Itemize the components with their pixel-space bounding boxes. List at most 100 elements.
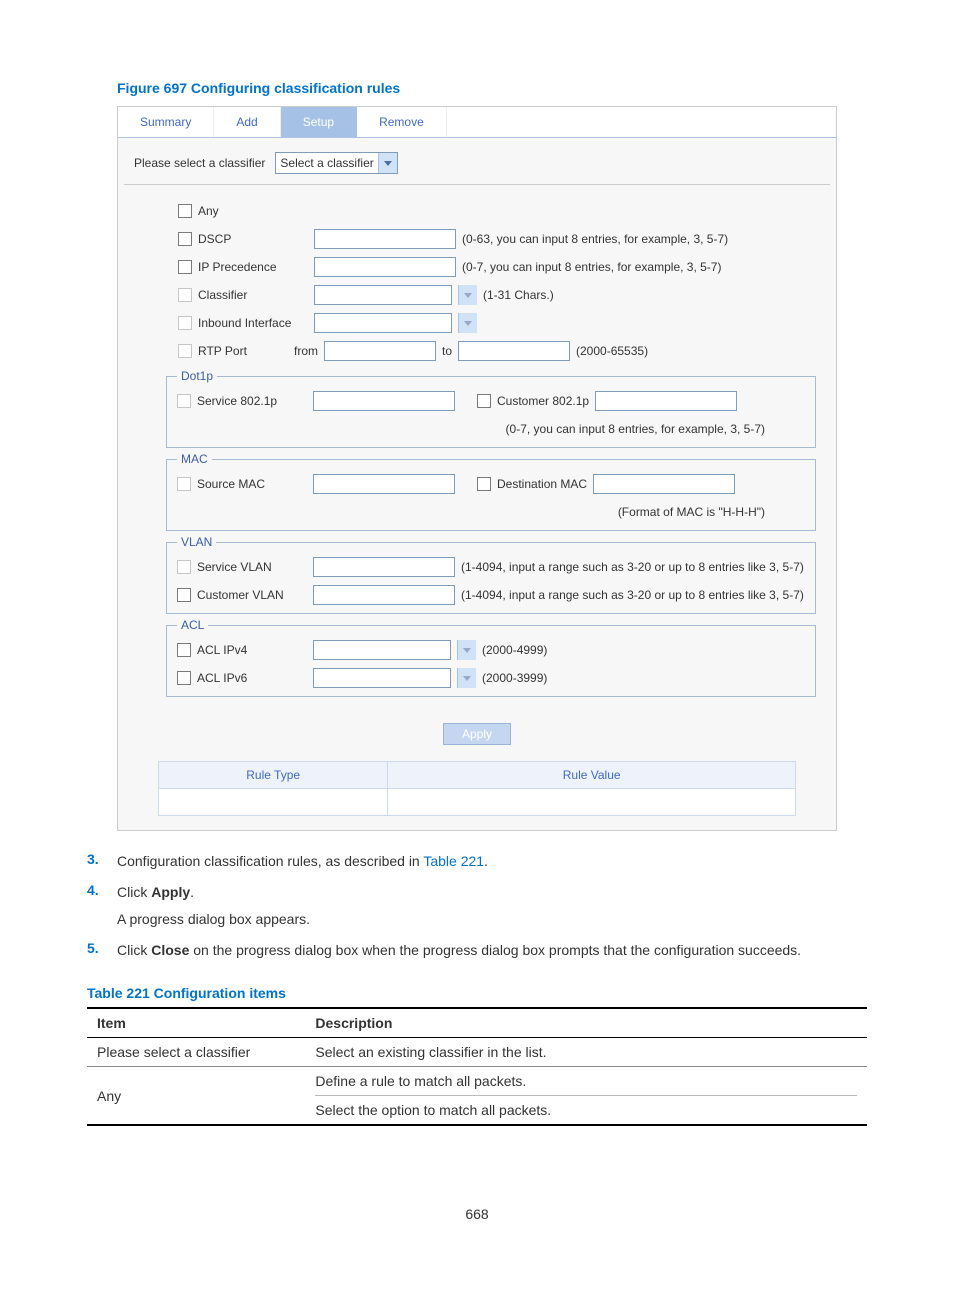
rtp-from-label: from <box>294 344 318 358</box>
rtp-checkbox[interactable] <box>178 344 192 358</box>
step-text: Configuration classification rules, as d… <box>117 853 423 869</box>
chevron-down-icon[interactable] <box>458 285 477 305</box>
dscp-checkbox[interactable] <box>178 232 192 246</box>
aclv4-field[interactable] <box>313 640 451 660</box>
tab-remove[interactable]: Remove <box>357 107 447 137</box>
srcmac-label: Source MAC <box>197 477 307 491</box>
svlan-hint: (1-4094, input a range such as 3-20 or u… <box>461 560 805 574</box>
rtp-to-label: to <box>442 344 452 358</box>
ipprec-checkbox[interactable] <box>178 260 192 274</box>
acl-group: ACL ACL IPv4 (2000-4999) ACL IPv6 <box>166 618 816 697</box>
step-number: 5. <box>87 940 117 961</box>
rules-col-type: Rule Type <box>159 762 388 789</box>
step-text: Click <box>117 884 151 900</box>
ipprec-hint: (0-7, you can input 8 entries, for examp… <box>462 260 721 274</box>
vlan-legend: VLAN <box>177 535 216 549</box>
step-bold: Apply <box>151 884 190 900</box>
step-number: 4. <box>87 882 117 930</box>
config-cell: Select an existing classifier in the lis… <box>305 1038 867 1067</box>
table-221-link[interactable]: Table 221 <box>423 853 484 869</box>
svlan-label: Service VLAN <box>197 560 307 574</box>
config-header-item: Item <box>87 1008 305 1038</box>
chevron-down-icon <box>378 153 397 173</box>
apply-button[interactable]: Apply <box>443 723 511 745</box>
rules-col-value: Rule Value <box>388 762 796 789</box>
dscp-label: DSCP <box>198 232 308 246</box>
classifier-select-value: Select a classifier <box>276 156 377 170</box>
config-cell-line: Select the option to match all packets. <box>315 1102 857 1118</box>
config-header-desc: Description <box>305 1008 867 1038</box>
cvlan-label: Customer VLAN <box>197 588 307 602</box>
dscp-field[interactable] <box>314 229 456 249</box>
config-cell: Define a rule to match all packets. Sele… <box>305 1067 867 1126</box>
dstmac-field[interactable] <box>593 474 735 494</box>
steps-list: 3. Configuration classification rules, a… <box>87 851 867 961</box>
cvlan-checkbox[interactable] <box>177 588 191 602</box>
dscp-hint: (0-63, you can input 8 entries, for exam… <box>462 232 728 246</box>
chevron-down-icon[interactable] <box>457 640 476 660</box>
dstmac-checkbox[interactable] <box>477 477 491 491</box>
step-text: . <box>484 853 488 869</box>
table-title: Table 221 Configuration items <box>87 985 867 1001</box>
service8021p-checkbox[interactable] <box>177 394 191 408</box>
aclv6-hint: (2000-3999) <box>482 671 547 685</box>
rules-table: Rule Type Rule Value <box>158 761 796 816</box>
customer8021p-checkbox[interactable] <box>477 394 491 408</box>
customer8021p-label: Customer 802.1p <box>497 394 589 408</box>
config-cell: Please select a classifier <box>87 1038 305 1067</box>
customer8021p-field[interactable] <box>595 391 737 411</box>
mac-hint: (Format of MAC is "H-H-H") <box>618 505 765 519</box>
step-number: 3. <box>87 851 117 872</box>
service8021p-field[interactable] <box>313 391 455 411</box>
classifier-checkbox[interactable] <box>178 288 192 302</box>
vlan-group: VLAN Service VLAN (1-4094, input a range… <box>166 535 816 614</box>
classifier-label: Classifier <box>198 288 308 302</box>
dot1p-hint: (0-7, you can input 8 entries, for examp… <box>506 422 765 436</box>
cvlan-hint: (1-4094, input a range such as 3-20 or u… <box>461 588 805 602</box>
tab-setup[interactable]: Setup <box>281 107 357 137</box>
step-text: on the progress dialog box when the prog… <box>189 942 801 958</box>
step-subtext: A progress dialog box appears. <box>117 909 867 930</box>
inbound-checkbox[interactable] <box>178 316 192 330</box>
config-panel: Summary Add Setup Remove Please select a… <box>117 106 837 831</box>
rtp-from-field[interactable] <box>324 341 436 361</box>
aclv4-label: ACL IPv4 <box>197 643 307 657</box>
rtp-to-field[interactable] <box>458 341 570 361</box>
svlan-checkbox[interactable] <box>177 560 191 574</box>
aclv4-checkbox[interactable] <box>177 643 191 657</box>
dot1p-group: Dot1p Service 802.1p Customer 802.1p (0-… <box>166 369 816 448</box>
mac-group: MAC Source MAC Destination MAC (Format o… <box>166 452 816 531</box>
step-text: . <box>190 884 194 900</box>
classifier-select[interactable]: Select a classifier <box>275 152 397 174</box>
aclv4-hint: (2000-4999) <box>482 643 547 657</box>
aclv6-checkbox[interactable] <box>177 671 191 685</box>
classifier-hint: (1-31 Chars.) <box>483 288 554 302</box>
step-bold: Close <box>151 942 189 958</box>
any-label: Any <box>198 204 308 218</box>
chevron-down-icon[interactable] <box>457 668 476 688</box>
step-text: Click <box>117 942 151 958</box>
svlan-field[interactable] <box>313 557 455 577</box>
inbound-label: Inbound Interface <box>198 316 308 330</box>
ipprec-field[interactable] <box>314 257 456 277</box>
tabbar: Summary Add Setup Remove <box>118 107 836 138</box>
acl-legend: ACL <box>177 618 208 632</box>
tab-add[interactable]: Add <box>214 107 280 137</box>
any-checkbox[interactable] <box>178 204 192 218</box>
aclv6-field[interactable] <box>313 668 451 688</box>
config-cell: Any <box>87 1067 305 1126</box>
figure-title: Figure 697 Configuring classification ru… <box>117 80 867 96</box>
srcmac-field[interactable] <box>313 474 455 494</box>
cvlan-field[interactable] <box>313 585 455 605</box>
mac-legend: MAC <box>177 452 212 466</box>
config-cell-line: Define a rule to match all packets. <box>315 1073 857 1096</box>
service8021p-label: Service 802.1p <box>197 394 307 408</box>
page-number: 668 <box>87 1206 867 1222</box>
classifier-field[interactable] <box>314 285 452 305</box>
tab-summary[interactable]: Summary <box>118 107 214 137</box>
config-items-table: Item Description Please select a classif… <box>87 1007 867 1126</box>
chevron-down-icon[interactable] <box>458 313 477 333</box>
dstmac-label: Destination MAC <box>497 477 587 491</box>
srcmac-checkbox[interactable] <box>177 477 191 491</box>
inbound-field[interactable] <box>314 313 452 333</box>
